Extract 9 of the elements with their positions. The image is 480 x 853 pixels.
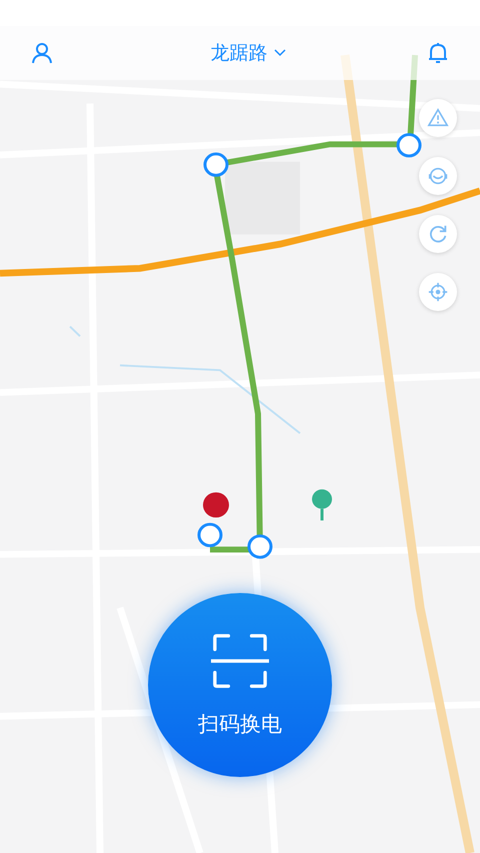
headset-icon <box>427 165 449 187</box>
user-icon[interactable] <box>30 41 54 65</box>
location-title[interactable]: 龙踞路 <box>210 40 268 66</box>
warning-icon <box>427 107 449 129</box>
scan-icon <box>211 632 269 690</box>
bell-icon[interactable] <box>426 41 450 65</box>
chevron-down-icon[interactable] <box>274 49 286 57</box>
crosshair-icon <box>427 281 449 303</box>
refresh-icon <box>427 223 449 245</box>
